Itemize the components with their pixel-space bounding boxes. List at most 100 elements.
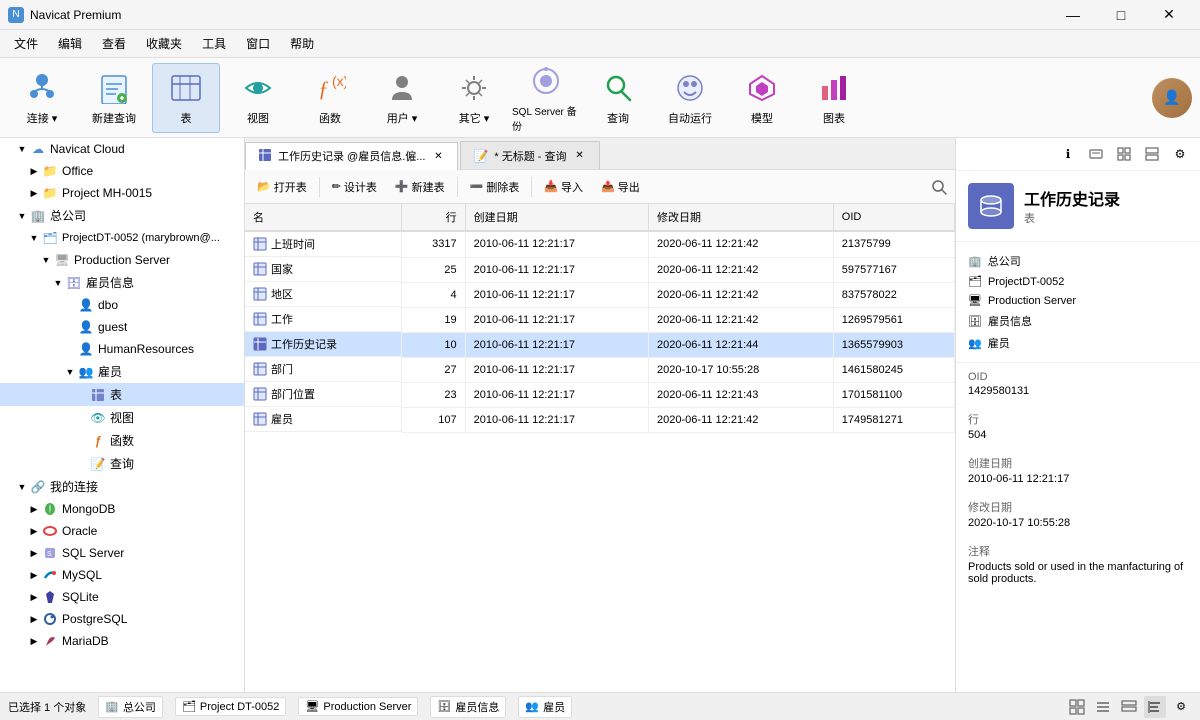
table-icon: [168, 70, 204, 106]
status-server-tag[interactable]: 🖥 Production Server: [298, 697, 418, 716]
sidebar-item-production-server[interactable]: ▼ 🖥 Production Server: [0, 249, 244, 271]
row-modified: 2020-10-17 10:55:28: [649, 357, 834, 382]
toolbar-new-query[interactable]: 新建查询: [80, 63, 148, 133]
view-btn-grid[interactable]: [1066, 696, 1088, 718]
user-avatar[interactable]: 👤: [1152, 78, 1192, 118]
expand-arrow-empty: ▶: [28, 591, 40, 603]
row-modified: 2020-06-11 12:21:42: [649, 231, 834, 257]
new-table-button[interactable]: ➕ 新建表: [387, 176, 453, 198]
menu-window[interactable]: 窗口: [236, 31, 280, 56]
panel-ddl-btn[interactable]: [1084, 142, 1108, 166]
view-btn-detail[interactable]: [1118, 696, 1140, 718]
menu-tools[interactable]: 工具: [192, 31, 236, 56]
minimize-button[interactable]: —: [1050, 0, 1096, 30]
view-btn-columns[interactable]: [1144, 696, 1166, 718]
panel-info-btn[interactable]: ℹ: [1056, 142, 1080, 166]
table-row[interactable]: 国家 25 2010-06-11 12:21:17 2020-06-11 12:…: [245, 257, 955, 282]
tab-work-history[interactable]: 工作历史记录 @雇员信息.僱... ✕: [245, 142, 458, 170]
menu-favorites[interactable]: 收藏夹: [136, 31, 192, 56]
toolbar-chart[interactable]: 图表: [800, 63, 868, 133]
design-table-button[interactable]: ✏ 设计表: [324, 176, 385, 198]
maximize-button[interactable]: □: [1098, 0, 1144, 30]
toolbar-user[interactable]: 用户 ▾: [368, 63, 436, 133]
toolbar-view[interactable]: 视图: [224, 63, 292, 133]
titlebar-controls: — □ ✕: [1050, 0, 1192, 30]
toolbar-table[interactable]: 表: [152, 63, 220, 133]
employees-bc-icon: 👥: [968, 337, 982, 350]
sidebar-item-employees[interactable]: ▼ 👥 雇员: [0, 360, 244, 383]
tab-untitled-query[interactable]: 📝 * 无标题 - 查询 ✕: [460, 141, 599, 169]
sidebar-item-queries[interactable]: ▶ 📝 查询: [0, 452, 244, 475]
sidebar-item-guest[interactable]: ▶ 👤 guest: [0, 316, 244, 338]
panel-settings-btn[interactable]: ⚙: [1168, 142, 1192, 166]
toolbar-other[interactable]: 其它 ▾: [440, 63, 508, 133]
export-button[interactable]: 📤 导出: [593, 176, 648, 198]
close-button[interactable]: ✕: [1146, 0, 1192, 30]
expand-arrow-empty: ▶: [28, 547, 40, 559]
sidebar-item-mongodb[interactable]: ▶ MongoDB: [0, 498, 244, 520]
menu-view[interactable]: 查看: [92, 31, 136, 56]
status-employees-info-tag[interactable]: 🗄 雇员信息: [430, 696, 506, 718]
toolbar-auto-run[interactable]: 自动运行: [656, 63, 724, 133]
table-row[interactable]: 上班时间 3317 2010-06-11 12:21:17 2020-06-11…: [245, 231, 955, 257]
functions-label: 函数: [110, 432, 134, 449]
status-employees-tag[interactable]: 👥 雇员: [518, 696, 572, 718]
sidebar-item-hr[interactable]: ▶ 👤 HumanResources: [0, 338, 244, 360]
open-table-button[interactable]: 📂 打开表: [249, 176, 315, 198]
expand-arrow: ▼: [16, 210, 28, 222]
oid-value: 1429580131: [956, 385, 1200, 403]
sidebar-item-views[interactable]: ▶ 👁 视图: [0, 406, 244, 429]
toolbar-sep-1: [319, 177, 320, 197]
view-btn-settings[interactable]: ⚙: [1170, 696, 1192, 718]
table-row[interactable]: 部门 27 2010-06-11 12:21:17 2020-10-17 10:…: [245, 357, 955, 382]
menu-edit[interactable]: 编辑: [48, 31, 92, 56]
expand-arrow-empty: ▶: [28, 569, 40, 581]
sidebar-item-sql-server[interactable]: ▶ S SQL Server: [0, 542, 244, 564]
sidebar-item-project-mh[interactable]: ▶ 📁 Project MH-0015: [0, 182, 244, 204]
projectdt-icon: 🗂: [42, 230, 58, 246]
search-button[interactable]: [927, 175, 951, 199]
sidebar-item-functions[interactable]: ▶ ƒ 函数: [0, 429, 244, 452]
panel-split-btn[interactable]: [1140, 142, 1164, 166]
table-row[interactable]: 工作历史记录 10 2010-06-11 12:21:17 2020-06-11…: [245, 332, 955, 357]
sidebar-item-projectdt[interactable]: ▼ 🗂 ProjectDT-0052 (marybrown@...: [0, 227, 244, 249]
toolbar-connect[interactable]: 连接 ▾: [8, 63, 76, 133]
sidebar-item-dbo[interactable]: ▶ 👤 dbo: [0, 294, 244, 316]
sidebar-item-mariadb[interactable]: ▶ MariaDB: [0, 630, 244, 652]
delete-table-button[interactable]: ➖ 删除表: [462, 176, 528, 198]
import-label: 导入: [561, 179, 583, 195]
import-button[interactable]: 📥 导入: [536, 176, 591, 198]
sidebar-item-tables[interactable]: ▶ 表: [0, 383, 244, 406]
table-row[interactable]: 部门位置 23 2010-06-11 12:21:17 2020-06-11 1…: [245, 382, 955, 407]
table-row[interactable]: 工作 19 2010-06-11 12:21:17 2020-06-11 12:…: [245, 307, 955, 332]
toolbar-model[interactable]: 模型: [728, 63, 796, 133]
tab-untitled-query-close[interactable]: ✕: [573, 149, 587, 163]
toolbar-backup[interactable]: SQL Server 备份: [512, 63, 580, 133]
sidebar-item-postgresql[interactable]: ▶ PostgreSQL: [0, 608, 244, 630]
menu-file[interactable]: 文件: [4, 31, 48, 56]
sidebar-item-navicat-cloud[interactable]: ▼ ☁ Navicat Cloud: [0, 138, 244, 160]
view-btn-list[interactable]: [1092, 696, 1114, 718]
sidebar-item-oracle[interactable]: ▶ Oracle: [0, 520, 244, 542]
sidebar-item-sqlite[interactable]: ▶ SQLite: [0, 586, 244, 608]
toolbar-sep-2: [457, 177, 458, 197]
row-created: 2010-06-11 12:21:17: [465, 382, 648, 407]
sidebar-item-office[interactable]: ▶ 📁 Office: [0, 160, 244, 182]
panel-preview-btn[interactable]: [1112, 142, 1136, 166]
new-table-icon: ➕: [395, 180, 409, 193]
sidebar-item-my-connections[interactable]: ▼ 🔗 我的连接: [0, 475, 244, 498]
sidebar-item-company[interactable]: ▼ 🏢 总公司: [0, 204, 244, 227]
sidebar-item-employee-info[interactable]: ▼ 🗄 雇员信息: [0, 271, 244, 294]
status-project-tag[interactable]: 🗂 Project DT-0052: [175, 697, 286, 716]
toolbar-function[interactable]: ƒ(x) 函数: [296, 63, 364, 133]
status-company-tag[interactable]: 🏢 总公司: [98, 696, 163, 718]
toolbar-query[interactable]: 查询: [584, 63, 652, 133]
menu-help[interactable]: 帮助: [280, 31, 324, 56]
tab-work-history-close[interactable]: ✕: [431, 149, 445, 163]
table-row[interactable]: 雇员 107 2010-06-11 12:21:17 2020-06-11 12…: [245, 407, 955, 432]
table-row[interactable]: 地区 4 2010-06-11 12:21:17 2020-06-11 12:2…: [245, 282, 955, 307]
export-icon: 📤: [601, 180, 615, 193]
sidebar-item-mysql[interactable]: ▶ MySQL: [0, 564, 244, 586]
expand-arrow: ▼: [52, 277, 64, 289]
queries-label: 查询: [110, 455, 134, 472]
